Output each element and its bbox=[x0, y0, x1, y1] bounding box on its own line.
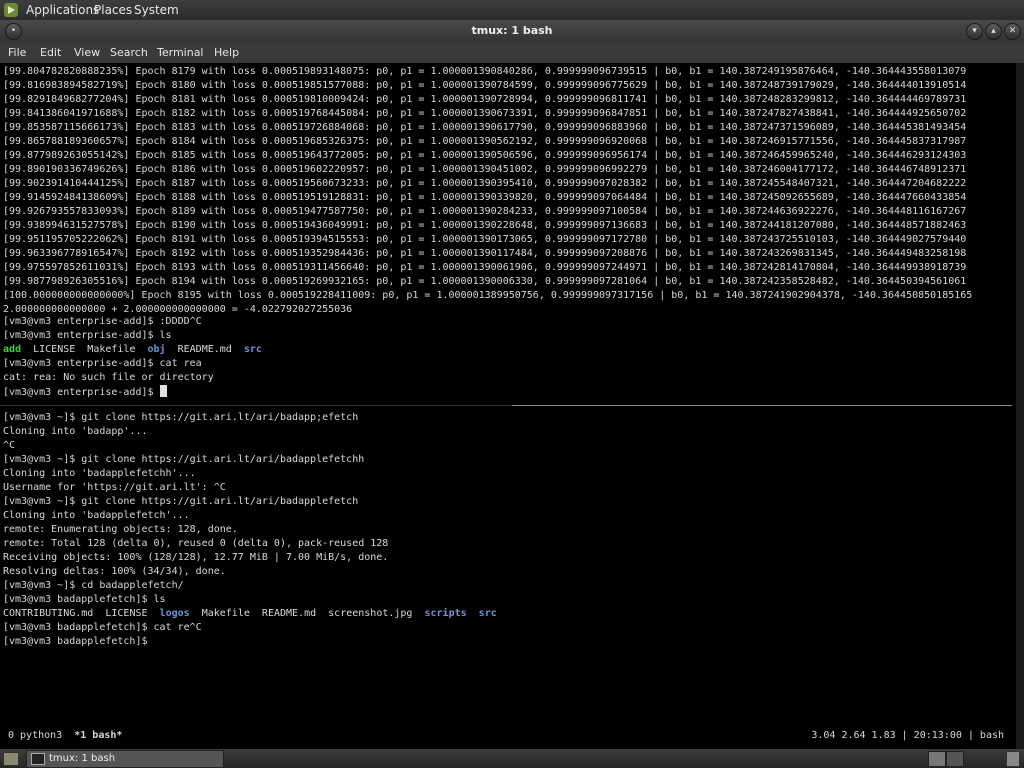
error-line: cat: rea: No such file or directory bbox=[3, 372, 214, 383]
ls-entry: add bbox=[3, 344, 34, 355]
terminal-line: remote: Total 128 (delta 0), reused 0 (d… bbox=[3, 538, 389, 549]
terminal-line: Resolving deltas: 100% (34/34), done. bbox=[3, 566, 226, 577]
tmux-window-active[interactable]: *1 bash* bbox=[74, 730, 122, 741]
active-pane-indicator bbox=[0, 405, 512, 406]
places-menu[interactable]: Places bbox=[94, 3, 132, 17]
ls-output: CONTRIBUTING.md LICENSE logos Makefile R… bbox=[3, 607, 497, 621]
menu-help[interactable]: Help bbox=[214, 46, 239, 59]
ls-entry: scripts bbox=[424, 608, 479, 619]
training-line: [100.000000000000000%] Epoch 8195 with l… bbox=[3, 290, 973, 301]
training-line: [99.890190336749626%] Epoch 8186 with lo… bbox=[3, 164, 967, 175]
terminal-line: ^C bbox=[3, 440, 16, 451]
window-title: tmux: 1 bash bbox=[471, 24, 553, 37]
training-line: [99.902391410444125%] Epoch 8187 with lo… bbox=[3, 178, 967, 189]
training-line: [99.877989263055142%] Epoch 8185 with lo… bbox=[3, 150, 967, 161]
training-line: [99.841386041971688%] Epoch 8182 with lo… bbox=[3, 108, 967, 119]
window-titlebar[interactable]: • tmux: 1 bash ▾ ▴ ✕ bbox=[0, 20, 1024, 43]
active-prompt-line[interactable]: [vm3@vm3 enterprise-add]$ bbox=[3, 385, 167, 399]
menu-view[interactable]: View bbox=[74, 46, 100, 59]
ls-entry: README.md bbox=[177, 344, 244, 355]
tmux-window-list[interactable]: 0 python3 *1 bash* bbox=[8, 730, 122, 741]
workspace-switcher-2[interactable] bbox=[946, 751, 964, 767]
terminal-line: Cloning into 'badapplefetch'... bbox=[3, 510, 190, 521]
taskbar-window-label: tmux: 1 bash bbox=[49, 753, 116, 764]
workspace-switcher[interactable] bbox=[928, 751, 946, 767]
terminal-line: [vm3@vm3 badapplefetch]$ ls bbox=[3, 594, 166, 605]
minimize-icon[interactable]: ▾ bbox=[966, 23, 983, 40]
ls-entry: CONTRIBUTING.md bbox=[3, 608, 106, 619]
training-line: [99.804782820888235%] Epoch 8179 with lo… bbox=[3, 66, 967, 77]
prompt-line: [vm3@vm3 enterprise-add]$ :DDDD^C bbox=[3, 316, 202, 327]
terminal-line: [vm3@vm3 ~]$ git clone https://git.ari.l… bbox=[3, 454, 365, 465]
prompt-text: [vm3@vm3 enterprise-add]$ bbox=[3, 387, 160, 398]
terminal-cursor bbox=[159, 385, 167, 397]
ls-entry: Makefile bbox=[87, 344, 148, 355]
top-panel: Applications Places System bbox=[0, 0, 1024, 20]
training-line: [99.963396778916547%] Epoch 8192 with lo… bbox=[3, 248, 967, 259]
ls-entry: README.md bbox=[261, 608, 329, 619]
terminal-icon bbox=[31, 753, 45, 765]
terminal-line: Cloning into 'badapp'... bbox=[3, 426, 148, 437]
training-line: [99.987798926305516%] Epoch 8194 with lo… bbox=[3, 276, 967, 287]
system-menu[interactable]: System bbox=[134, 3, 179, 17]
tmux-window-inactive[interactable]: 0 python3 bbox=[8, 730, 74, 741]
training-line: [99.865788189360657%] Epoch 8184 with lo… bbox=[3, 136, 967, 147]
terminal-scrollbar[interactable] bbox=[1016, 63, 1024, 749]
prompt-line: [vm3@vm3 enterprise-add]$ cat rea bbox=[3, 358, 202, 369]
close-icon[interactable]: ✕ bbox=[1004, 23, 1021, 40]
terminal-area[interactable]: [99.804782820888235%] Epoch 8179 with lo… bbox=[0, 63, 1016, 749]
training-line: [99.951195705222062%] Epoch 8191 with lo… bbox=[3, 234, 967, 245]
applications-menu-icon[interactable] bbox=[4, 3, 18, 17]
terminal-line: Receiving objects: 100% (128/128), 12.77… bbox=[3, 552, 389, 563]
training-line: [99.816983894582719%] Epoch 8180 with lo… bbox=[3, 80, 967, 91]
ls-entry: screenshot.jpg bbox=[328, 608, 425, 619]
menu-search[interactable]: Search bbox=[110, 46, 148, 59]
tmux-status-bar: 0 python3 *1 bash* 3.04 2.64 1.83 | 20:1… bbox=[0, 729, 1016, 743]
trash-icon[interactable] bbox=[1006, 751, 1020, 767]
terminal-line: [vm3@vm3 badapplefetch]$ bbox=[3, 636, 148, 647]
terminal-line: [vm3@vm3 badapplefetch]$ cat re^C bbox=[3, 622, 202, 633]
menu-edit[interactable]: Edit bbox=[40, 46, 61, 59]
terminal-line: remote: Enumerating objects: 128, done. bbox=[3, 524, 238, 535]
ls-entry: obj bbox=[147, 344, 178, 355]
terminal-line: Username for 'https://git.ari.lt': ^C bbox=[3, 482, 226, 493]
terminal-line: [vm3@vm3 ~]$ cd badapplefetch/ bbox=[3, 580, 184, 591]
training-line: [99.975597852611031%] Epoch 8193 with lo… bbox=[3, 262, 967, 273]
maximize-icon[interactable]: ▴ bbox=[985, 23, 1002, 40]
show-desktop-icon[interactable] bbox=[3, 752, 19, 766]
ls-entry: Makefile bbox=[201, 608, 262, 619]
menu-terminal[interactable]: Terminal bbox=[157, 46, 204, 59]
training-line: [99.926793557833093%] Epoch 8189 with lo… bbox=[3, 206, 967, 217]
tmux-status-right: 3.04 2.64 1.83 | 20:13:00 | bash bbox=[811, 730, 1004, 741]
menu-file[interactable]: File bbox=[8, 46, 26, 59]
ls-entry: src bbox=[478, 608, 497, 619]
training-line: [99.853587115666173%] Epoch 8183 with lo… bbox=[3, 122, 967, 133]
prompt-line: [vm3@vm3 enterprise-add]$ ls bbox=[3, 330, 172, 341]
terminal-menubar: File Edit View Search Terminal Help bbox=[0, 43, 1024, 63]
ls-output: add LICENSE Makefile obj README.md src bbox=[3, 343, 262, 357]
bottom-taskbar: tmux: 1 bash bbox=[0, 749, 1024, 768]
terminal-line: [vm3@vm3 ~]$ git clone https://git.ari.l… bbox=[3, 412, 359, 423]
terminal-line: [vm3@vm3 ~]$ git clone https://git.ari.l… bbox=[3, 496, 359, 507]
applications-menu[interactable]: Applications bbox=[26, 3, 99, 17]
training-line: [99.914592484138609%] Epoch 8188 with lo… bbox=[3, 192, 967, 203]
terminal-line: Cloning into 'badapplefetchh'... bbox=[3, 468, 196, 479]
ls-entry: logos bbox=[159, 608, 202, 619]
training-line: [99.938994631527578%] Epoch 8190 with lo… bbox=[3, 220, 967, 231]
training-line: [99.829184968277204%] Epoch 8181 with lo… bbox=[3, 94, 967, 105]
ls-entry: src bbox=[243, 344, 262, 355]
ls-entry: LICENSE bbox=[105, 608, 160, 619]
taskbar-window-button[interactable]: tmux: 1 bash bbox=[26, 750, 224, 768]
ls-entry: LICENSE bbox=[33, 344, 88, 355]
